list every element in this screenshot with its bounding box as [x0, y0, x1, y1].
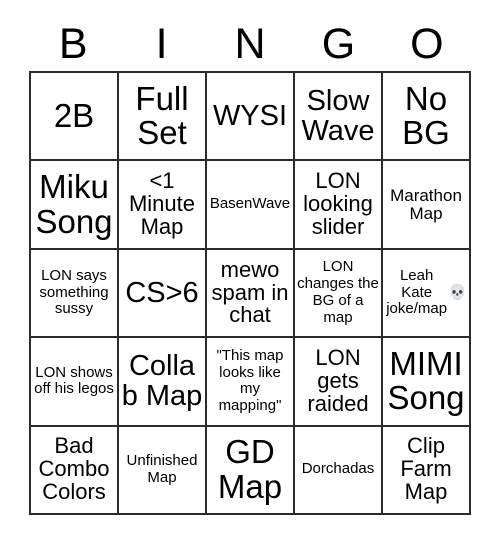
bingo-cell-label: Leah Kate joke/map — [386, 266, 448, 318]
bingo-cell[interactable]: Dorchadas — [295, 426, 383, 515]
bingo-cell-label: CS>6 — [125, 276, 199, 309]
bingo-cell-label: Slow Wave — [301, 85, 375, 148]
bingo-cell[interactable]: LON looking slider — [295, 161, 383, 250]
bingo-cell[interactable]: Clip Farm Map — [383, 426, 471, 515]
bingo-cell-label: Unfinished Map — [126, 452, 198, 486]
bingo-cell-label: Full Set — [135, 79, 189, 152]
bingo-cell-label: No BG — [402, 79, 450, 152]
bingo-cell[interactable]: 2B — [31, 73, 119, 162]
bingo-cell[interactable]: "This map looks like my mapping" — [207, 338, 295, 427]
bingo-cell[interactable]: Leah Kate joke/map 💀 — [383, 249, 471, 339]
bingo-cell-label: Clip Farm Map — [400, 433, 452, 505]
bingo-cell-label: 2B — [53, 97, 95, 135]
bingo-cell-label: <1 Minute Map — [128, 168, 196, 240]
bingo-cell-label: LON looking slider — [303, 168, 373, 240]
bingo-cell[interactable]: Full Set — [119, 73, 207, 162]
bingo-cell-label: Miku Song — [35, 168, 113, 240]
bingo-cell-label: LON shows off his legos — [34, 363, 114, 398]
header-letter-b: B — [58, 20, 88, 68]
bingo-cell-label: Marathon Map — [390, 185, 462, 223]
bingo-cell-label: MIMI Song — [387, 345, 465, 417]
bingo-cell-label: Collab Map — [121, 350, 203, 413]
bingo-card: B I N G O 2B Full Set WYSI Slow Wave No BG Mi… — [0, 0, 500, 544]
bingo-cell-label: Dorchadas — [301, 460, 375, 478]
bingo-cell[interactable]: GD Map — [207, 426, 295, 515]
bingo-cell[interactable]: LON gets raided — [295, 338, 383, 427]
header-letter-n: N — [234, 20, 266, 68]
bingo-grid: 2B Full Set WYSI Slow Wave No BG Miku Song <1 … — [29, 71, 471, 515]
bingo-header-row: B I N G O — [29, 18, 471, 71]
bingo-cell-label: WYSI — [212, 100, 288, 133]
bingo-cell[interactable]: Miku Song — [31, 161, 119, 250]
bingo-cell[interactable]: Unfinished Map — [119, 426, 207, 515]
bingo-cell[interactable]: MIMI Song — [383, 338, 471, 427]
bingo-cell-label: mewo spam in chat — [211, 256, 289, 328]
bingo-cell-label: LON changes the BG of a map — [297, 258, 379, 326]
bingo-cell[interactable]: BasenWave — [207, 161, 295, 250]
bingo-cell[interactable]: LON says something sussy — [31, 249, 119, 339]
bingo-cell[interactable]: No BG — [383, 73, 471, 162]
bingo-cell[interactable]: LON changes the BG of a map — [295, 249, 383, 339]
bingo-cell[interactable]: mewo spam in chat — [207, 249, 295, 339]
header-letter-i: I — [155, 20, 168, 68]
header-letter-o: O — [410, 20, 444, 68]
bingo-cell[interactable]: Bad Combo Colors — [31, 426, 119, 515]
bingo-cell[interactable]: <1 Minute Map — [119, 161, 207, 250]
bingo-cell[interactable]: WYSI — [207, 73, 295, 162]
header-letter-g: G — [321, 20, 356, 68]
bingo-cell[interactable]: Collab Map — [119, 338, 207, 427]
bingo-cell[interactable]: Slow Wave — [295, 73, 383, 162]
bingo-cell[interactable]: Marathon Map — [383, 161, 471, 250]
bingo-cell-label: BasenWave — [209, 195, 291, 213]
skull-icon: 💀 — [448, 284, 467, 302]
bingo-cell-label: Bad Combo Colors — [38, 433, 110, 505]
bingo-cell[interactable]: LON shows off his legos — [31, 338, 119, 427]
bingo-cell-label: "This map looks like my mapping" — [216, 346, 284, 415]
bingo-cell-label: LON says something sussy — [39, 266, 109, 318]
bingo-cell[interactable]: CS>6 — [119, 249, 207, 339]
bingo-cell-label: LON gets raided — [307, 345, 369, 416]
bingo-cell-label: GD Map — [217, 433, 283, 505]
